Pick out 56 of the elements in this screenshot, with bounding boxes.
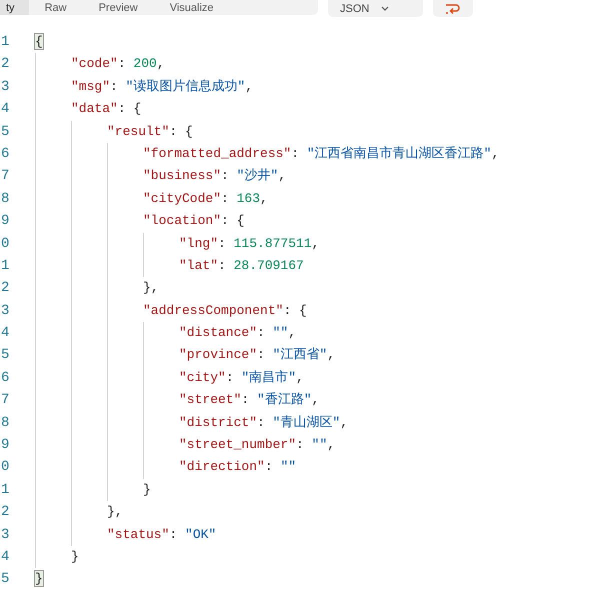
code-line: "location": { bbox=[143, 212, 244, 230]
code-line: "province": "江西省", bbox=[179, 346, 336, 364]
line-number: 5 bbox=[1, 346, 10, 366]
code-line: "status": "OK" bbox=[107, 526, 216, 544]
view-tab[interactable]: Preview bbox=[82, 0, 154, 15]
code-line: "distance": "", bbox=[179, 324, 296, 342]
line-number: 9 bbox=[1, 436, 10, 456]
line-number: 4 bbox=[1, 324, 10, 344]
line-number: 1 bbox=[1, 480, 10, 500]
view-tab[interactable]: ty bbox=[0, 0, 29, 15]
line-number: 5 bbox=[1, 122, 10, 142]
code-line: "msg": "读取图片信息成功", bbox=[71, 78, 254, 96]
code-line: "city": "南昌市", bbox=[179, 368, 304, 387]
code-line: "result": { bbox=[107, 122, 193, 141]
format-dropdown[interactable]: JSON bbox=[328, 0, 423, 17]
line-number: 3 bbox=[1, 78, 10, 97]
view-tab[interactable]: Raw bbox=[28, 0, 83, 15]
line-number: 0 bbox=[1, 458, 10, 478]
code-line: "street": "香江路", bbox=[179, 391, 320, 410]
code-line: }, bbox=[143, 279, 159, 298]
line-number: 7 bbox=[1, 167, 10, 186]
line-number: 2 bbox=[1, 279, 10, 298]
line-number: 6 bbox=[1, 144, 10, 164]
code-line: "lng": 115.877511, bbox=[179, 234, 320, 253]
line-number: 5 bbox=[1, 570, 10, 590]
code-line: "formatted_address": "江西省南昌市青山湖区香江路", bbox=[143, 144, 500, 163]
code-line: } bbox=[71, 548, 79, 566]
code-line: "business": "沙井", bbox=[143, 167, 286, 186]
line-number: 3 bbox=[1, 302, 10, 321]
line-number: 8 bbox=[1, 190, 10, 209]
line-number: 0 bbox=[1, 234, 10, 254]
line-number: 3 bbox=[1, 526, 10, 545]
chevron-down-icon bbox=[381, 6, 390, 12]
code-line: "direction": "" bbox=[179, 458, 296, 476]
line-number: 9 bbox=[1, 212, 10, 232]
code-line: "data": { bbox=[71, 100, 142, 118]
line-number: 2 bbox=[1, 55, 10, 74]
line-number: 4 bbox=[1, 548, 10, 567]
line-number: 6 bbox=[1, 368, 10, 388]
code-line: "code": 200, bbox=[71, 55, 165, 74]
code-line: "district": "青山湖区", bbox=[179, 414, 348, 432]
code-line: } bbox=[143, 480, 151, 499]
code-line: "addressComponent": { bbox=[143, 302, 307, 320]
line-number: 1 bbox=[1, 33, 10, 52]
wrap-icon bbox=[445, 2, 461, 14]
code-line: "street_number": "", bbox=[179, 436, 336, 454]
wrap-lines-button[interactable] bbox=[433, 0, 473, 17]
code-line: }, bbox=[107, 503, 123, 522]
line-number: 4 bbox=[1, 100, 10, 120]
line-number: 7 bbox=[1, 391, 10, 410]
code-line: "lat": 28.709167 bbox=[179, 256, 304, 275]
line-number: 1 bbox=[1, 256, 10, 276]
line-number: 2 bbox=[1, 503, 10, 522]
code-line: "cityCode": 163, bbox=[143, 190, 268, 208]
line-number: 8 bbox=[1, 414, 10, 433]
view-tab[interactable]: Visualize bbox=[154, 0, 230, 15]
